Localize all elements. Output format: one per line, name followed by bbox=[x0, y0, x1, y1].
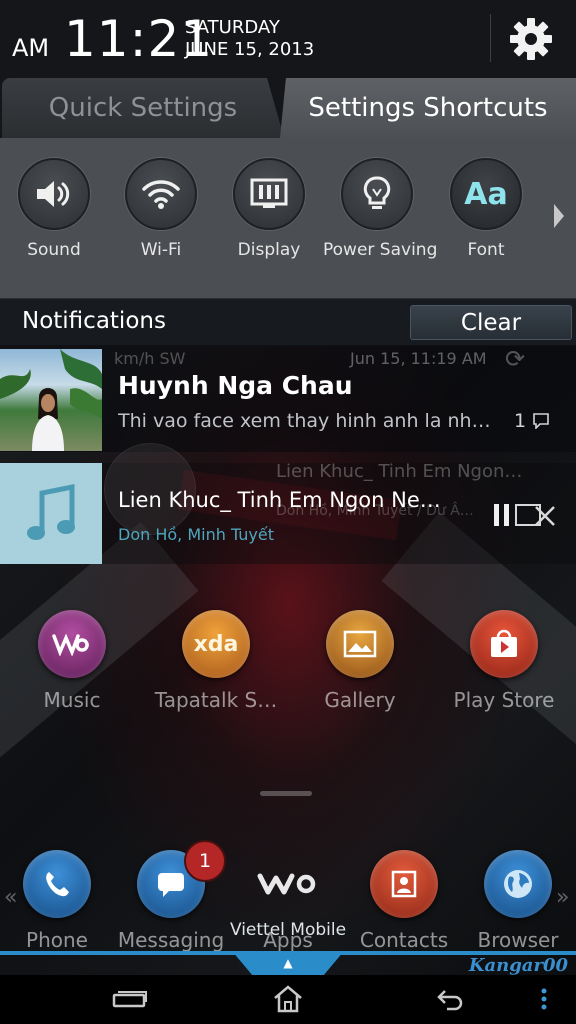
shortcut-power-saving[interactable]: Power Saving bbox=[323, 158, 437, 260]
menu-button[interactable] bbox=[532, 983, 556, 1015]
shortcut-wifi[interactable]: Wi-Fi bbox=[107, 158, 215, 260]
chat-bubble-icon bbox=[533, 413, 549, 429]
globe-icon bbox=[484, 850, 552, 918]
notifications-title: Notifications bbox=[22, 308, 166, 334]
wifi-icon bbox=[125, 158, 197, 230]
tab-settings-shortcuts[interactable]: Settings Shortcuts bbox=[280, 78, 576, 138]
xda-app-icon: xda bbox=[182, 610, 250, 678]
home-button[interactable] bbox=[268, 983, 308, 1015]
date-label: JUNE 15, 2013 bbox=[185, 39, 315, 60]
music-note-icon bbox=[27, 483, 75, 540]
settings-tabs: Quick Settings Settings Shortcuts bbox=[0, 78, 576, 138]
watermark: Kangar00 bbox=[468, 955, 568, 976]
album-art bbox=[0, 463, 102, 564]
day-label: SATURDAY bbox=[185, 17, 280, 38]
chevron-up-icon: ▲ bbox=[283, 956, 293, 970]
shortcut-sound[interactable]: Sound bbox=[0, 158, 108, 260]
page-indicator bbox=[260, 791, 312, 796]
chevron-right-icon[interactable] bbox=[554, 204, 564, 228]
shortcut-display[interactable]: Display bbox=[215, 158, 323, 260]
walkman-apps-icon bbox=[254, 850, 322, 918]
message-count: 1 bbox=[514, 410, 527, 432]
notification-music-player[interactable]: Lien Khuc_ Tinh Em Ngon… Don Hồ, Minh Tu… bbox=[0, 443, 576, 564]
overflow-menu-icon bbox=[541, 988, 547, 1010]
header-divider bbox=[490, 14, 491, 62]
app-play-store[interactable]: Play Store bbox=[434, 610, 574, 712]
close-player-icon[interactable] bbox=[514, 501, 558, 529]
tab-quick-settings[interactable]: Quick Settings bbox=[2, 78, 284, 138]
avatar bbox=[0, 349, 102, 451]
carrier-label: Viettel Mobile bbox=[229, 920, 347, 940]
ghost-song-title: Lien Khuc_ Tinh Em Ngon… bbox=[276, 461, 523, 482]
dock-left-chevron-icon: « bbox=[4, 885, 18, 910]
app-tapatalk[interactable]: xda Tapatalk S… bbox=[146, 610, 286, 712]
notification-message[interactable]: km/h SW Jun 15, 11:19 AM ⟳ Huynh Nga Cha… bbox=[0, 345, 576, 452]
shortcut-font[interactable]: Aa Font bbox=[432, 158, 540, 260]
status-header: AM 11:21 SATURDAY JUNE 15, 2013 bbox=[0, 0, 576, 80]
music-app-icon bbox=[38, 610, 106, 678]
notifications-header: Notifications Clear bbox=[0, 298, 576, 346]
back-icon bbox=[437, 990, 463, 1011]
gear-icon bbox=[510, 18, 552, 60]
play-store-app-icon bbox=[470, 610, 538, 678]
home-icon bbox=[274, 985, 302, 1013]
sync-icon: ⟳ bbox=[505, 345, 526, 373]
ampm-label: AM bbox=[12, 34, 50, 62]
app-gallery[interactable]: Gallery bbox=[290, 610, 430, 712]
back-button[interactable] bbox=[430, 983, 470, 1015]
recent-apps-button[interactable] bbox=[110, 983, 150, 1015]
notification-timestamp: Jun 15, 11:19 AM bbox=[350, 349, 487, 368]
phone-icon bbox=[23, 850, 91, 918]
pause-icon[interactable] bbox=[492, 503, 512, 527]
dock-right-chevron-icon: » bbox=[556, 885, 570, 910]
notification-sender: Huynh Nga Chau bbox=[118, 371, 353, 400]
clear-button[interactable]: Clear bbox=[410, 305, 572, 340]
ghost-weather-text: km/h SW bbox=[114, 349, 186, 368]
gallery-app-icon bbox=[326, 610, 394, 678]
song-title: Lien Khuc_ Tinh Em Ngon Ne… bbox=[118, 488, 441, 512]
lightbulb-icon bbox=[341, 158, 413, 230]
notification-shade: AM 11:21 SATURDAY JUNE 15, 2013 Quick Se… bbox=[0, 0, 576, 346]
navigation-bar bbox=[0, 975, 576, 1024]
contacts-icon bbox=[370, 850, 438, 918]
speaker-icon bbox=[18, 158, 90, 230]
recent-apps-icon bbox=[112, 991, 147, 1008]
app-music[interactable]: Music bbox=[2, 610, 142, 712]
display-icon bbox=[233, 158, 305, 230]
settings-button[interactable] bbox=[508, 16, 554, 62]
notification-text: Thi vao face xem thay hinh anh la nh… bbox=[118, 410, 491, 432]
settings-shortcuts-panel: Sound Wi-Fi Display Power Saving Aa Font bbox=[0, 138, 576, 298]
song-artist: Don Hồ, Minh Tuyết bbox=[118, 525, 275, 544]
font-icon: Aa bbox=[450, 158, 522, 230]
